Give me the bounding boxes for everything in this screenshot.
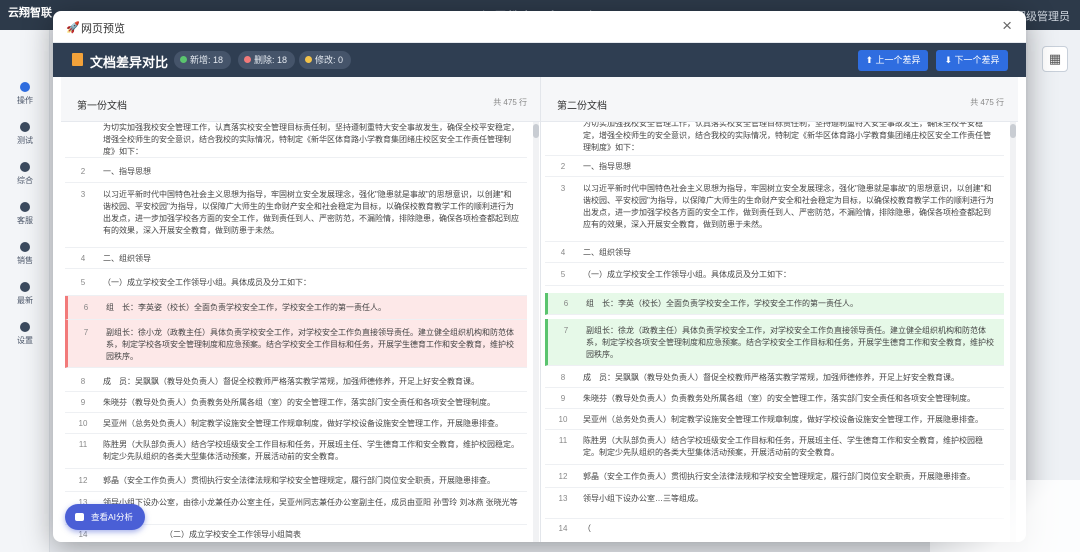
left-panel-header: 第一份文档 共 475 行 (61, 77, 541, 122)
sidebar-item-operate[interactable]: 操作 (0, 82, 50, 106)
rocket-icon: 🚀 (66, 22, 80, 34)
left-line: 为切实加强我校安全管理工作，认真落实校安全管理目标责任制，坚持遵制重特大安全事故… (65, 122, 527, 158)
left-line: 10 吴亚州（总务处负责人）制定教学设施安全管理工作规章制度，做好学校设备设施安全… (65, 414, 527, 434)
prev-diff-button[interactable]: ⬆ 上一个差异 (858, 50, 928, 71)
diff-title: 文档差异对比 (90, 55, 169, 70)
right-line-count: 共 475 行 (970, 98, 1004, 107)
gear-icon (20, 322, 30, 332)
modified-badge: 修改: 0 (299, 51, 352, 69)
right-line: 10 吴亚州（总务处负责人）制定教学设施安全管理工作规章制度，做好学校设备设施安全… (545, 410, 1004, 430)
home-icon (20, 82, 30, 92)
left-line: 9 朱晓芬（教导处负责人）负责教务处所属各组（室）的安全管理工作，落实部门安全责任… (65, 393, 527, 413)
left-line-count: 共 475 行 (493, 98, 527, 107)
right-line: 4 二、组织领导 (545, 243, 1004, 263)
left-line: 5 （一）成立学校安全工作领导小组。具体成员及分工如下： (65, 270, 527, 296)
next-diff-button[interactable]: ⬇ 下一个差异 (936, 50, 1008, 71)
robot-icon (75, 513, 84, 521)
deleted-badge: 删除: 18 (238, 51, 296, 69)
grid-icon (20, 202, 30, 212)
left-line: 3 以习近平新时代中国特色社会主义思想为指导，牢固树立安全发展理念，强化"隐患就是… (65, 184, 527, 248)
sidebar-item-settings[interactable]: 设置 (0, 322, 50, 346)
preview-modal: 🚀 网页预览 × 文档差异对比 新增: 18 删除: 18 修改: 0 ⬆ 上一… (53, 11, 1026, 542)
right-line-added: 6组 长：李英（校长）全面负责学校安全工作，学校安全工作的第一责任人。 (545, 293, 1004, 315)
diff-toolbar: 文档差异对比 新增: 18 删除: 18 修改: 0 ⬆ 上一个差异 ⬇ 下一个… (53, 43, 1026, 77)
left-line: 12 郭晶（安全工作负责人）贯彻执行安全法律法规和学校安全管理规定，履行部门岗位安… (65, 470, 527, 492)
left-line-deleted: 7 副组长：徐小龙（政教主任）具体负责学校安全工作，对学校安全工作负直接领导责任。… (65, 320, 527, 368)
modal-header: 🚀 网页预览 × (53, 11, 1026, 43)
left-line-deleted: 6组 长：李英姿（校长）全面负责学校安全工作，学校安全工作的第一责任人。 (65, 296, 527, 320)
globe-icon (20, 122, 30, 132)
left-document-panel: 第一份文档 共 475 行 为切实加强我校安全管理工作，认真落实校安全管理目标责… (61, 77, 541, 542)
modal-title: 网页预览 (81, 23, 125, 35)
app-sidebar: 操作 测试 综合 客服 销售 最新 设置 (0, 30, 50, 552)
right-panel-title: 第二份文档 (557, 101, 607, 112)
left-scroll-thumb[interactable] (533, 124, 539, 138)
app-logo: 云翔智联 (8, 7, 52, 19)
deleted-dot-icon (244, 56, 251, 63)
left-panel-title: 第一份文档 (77, 101, 127, 112)
right-line-added: 7 副组长：徐龙（政教主任）具体负责学校安全工作，对学校安全工作负直接领导责任。建… (545, 319, 1004, 366)
cart-icon (20, 242, 30, 252)
right-line: 2 一、指导思想 (545, 157, 1004, 177)
left-line: 4 二、组织领导 (65, 249, 527, 269)
sidebar-item-test[interactable]: 测试 (0, 122, 50, 146)
sidebar-item-service[interactable]: 客服 (0, 202, 50, 226)
compass-icon (20, 282, 30, 292)
sidebar-item-latest[interactable]: 最新 (0, 282, 50, 306)
grid-view-button[interactable]: ▦ (1042, 46, 1068, 72)
right-scroll-thumb[interactable] (1010, 124, 1016, 138)
right-line: 9 朱晓芬（教导处负责人）负责教务处所属各组（室）的安全管理工作，落实部门安全责任… (545, 389, 1004, 409)
left-scrollbar[interactable] (533, 122, 539, 542)
right-line: 11 陈胜男（大队部负责人）结合学校班级安全工作目标和任务，开展班主任、学生德育工… (545, 431, 1004, 465)
left-line: 8成 员：吴飘飘（教导处负责人）督促全校教师严格落实教学常规，加强师德修养，开足… (65, 372, 527, 392)
left-document-body[interactable]: 为切实加强我校安全管理工作，认真落实校安全管理目标责任制，坚持遵制重特大安全事故… (61, 122, 541, 542)
ai-analysis-button[interactable]: 查看AI分析 (65, 504, 146, 530)
right-panel-header: 第二份文档 共 475 行 (541, 77, 1018, 122)
document-icon (72, 53, 83, 66)
right-document-panel: 第二份文档 共 475 行 为切实加强我校安全管理工作，认真落实校安全管理目标责… (540, 77, 1018, 542)
app-right-panel (1028, 30, 1080, 552)
close-button[interactable]: × (1002, 16, 1012, 36)
right-line: 8成 员：吴飘飘（教导处负责人）督促全校教师严格落实教学常规，加强师德修养，开足… (545, 368, 1004, 388)
bell-icon (20, 162, 30, 172)
modified-dot-icon (305, 56, 312, 63)
right-document-body[interactable]: 为切实加强我校安全管理工作，认真落实校安全管理目标责任制，坚持遵制重特大安全事故… (541, 122, 1018, 542)
corner-fade (930, 480, 1080, 552)
added-dot-icon (180, 56, 187, 63)
right-line: 为切实加强我校安全管理工作，认真落实校安全管理目标责任制，坚持遵制重特大安全事故… (545, 122, 1004, 156)
left-line: 11 陈胜男（大队部负责人）结合学校班级安全工作目标和任务，开展班主任、学生德育工… (65, 435, 527, 469)
added-badge: 新增: 18 (174, 51, 232, 69)
sidebar-item-sales[interactable]: 销售 (0, 242, 50, 266)
sidebar-item-general[interactable]: 综合 (0, 162, 50, 186)
right-line: 3 以习近平新时代中国特色社会主义思想为指导，牢固树立安全发展理念，强化"隐患就是… (545, 178, 1004, 242)
right-scrollbar[interactable] (1010, 122, 1016, 542)
left-line: 2 一、指导思想 (65, 161, 527, 183)
right-line: 5 （一）成立学校安全工作领导小组。具体成员及分工如下： (545, 264, 1004, 286)
